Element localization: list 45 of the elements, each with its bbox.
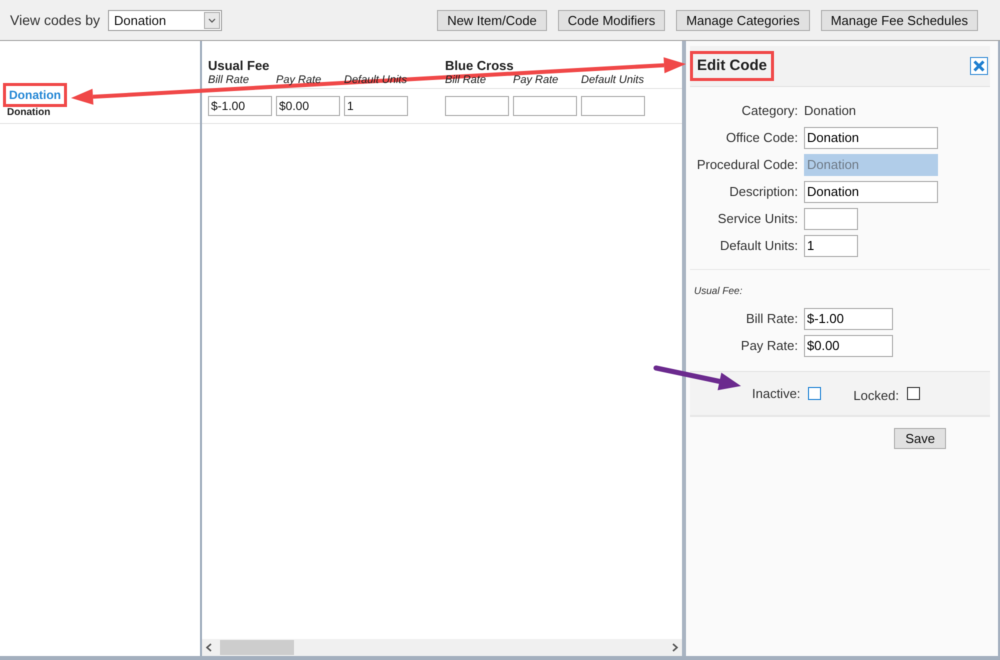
panel-title: Edit Code xyxy=(690,51,774,81)
input-field[interactable]: $0.00 xyxy=(804,334,893,356)
input-field[interactable]: Donation xyxy=(804,180,938,202)
input-field[interactable]: $-1.00 xyxy=(208,96,272,116)
input-field[interactable]: Donation xyxy=(804,126,938,148)
caret-icon xyxy=(204,12,220,28)
toolbar-button[interactable]: Code Modifiers xyxy=(558,10,666,30)
toolbar-button[interactable]: Manage Fee Schedules xyxy=(820,10,978,30)
field-label: Office Code: xyxy=(724,130,798,145)
input-field[interactable]: 1 xyxy=(344,96,408,116)
column-header: Pay Rate xyxy=(276,74,322,87)
horizontal-scrollbar[interactable] xyxy=(202,639,682,656)
field-value: Donation xyxy=(804,103,856,118)
column-header: Default Units xyxy=(581,74,645,87)
input-field[interactable] xyxy=(513,96,577,116)
checkbox[interactable] xyxy=(808,387,822,400)
checkbox[interactable] xyxy=(906,387,920,400)
toolbar-button[interactable]: New Item/Code xyxy=(437,10,547,30)
close-icon[interactable] xyxy=(970,57,988,75)
column-header: Pay Rate xyxy=(513,74,560,87)
field-label: Description: xyxy=(728,184,798,199)
save-button[interactable]: Save xyxy=(894,428,946,449)
input-field[interactable] xyxy=(445,96,509,116)
field-label: Default Units: xyxy=(718,238,798,253)
column-group-title: Blue Cross xyxy=(445,58,515,74)
code-subtitle: Donation xyxy=(7,107,52,118)
input-field[interactable] xyxy=(804,208,858,230)
field-label: Category: xyxy=(740,103,798,118)
field-label: Bill Rate: xyxy=(744,311,798,326)
input-field[interactable] xyxy=(581,96,645,116)
checkbox-label: Inactive: xyxy=(752,386,800,401)
input-field[interactable]: 1 xyxy=(804,234,858,256)
code-link[interactable]: Donation xyxy=(3,83,67,107)
field-label: Procedural Code: xyxy=(696,157,798,172)
column-group-title: Usual Fee xyxy=(208,58,270,74)
checkbox-label: Locked: xyxy=(853,388,899,402)
field-label: Pay Rate: xyxy=(740,338,798,353)
input-field[interactable]: $-1.00 xyxy=(804,308,893,330)
view-label: View codes by xyxy=(10,12,100,28)
section-title: Usual Fee: xyxy=(693,286,744,298)
input-field[interactable]: $0.00 xyxy=(276,96,340,116)
toolbar-button[interactable]: Manage Categories xyxy=(676,10,810,30)
column-header: Bill Rate xyxy=(208,74,250,87)
field-label: Service Units: xyxy=(716,211,798,226)
view-select[interactable]: Donation xyxy=(108,10,222,30)
